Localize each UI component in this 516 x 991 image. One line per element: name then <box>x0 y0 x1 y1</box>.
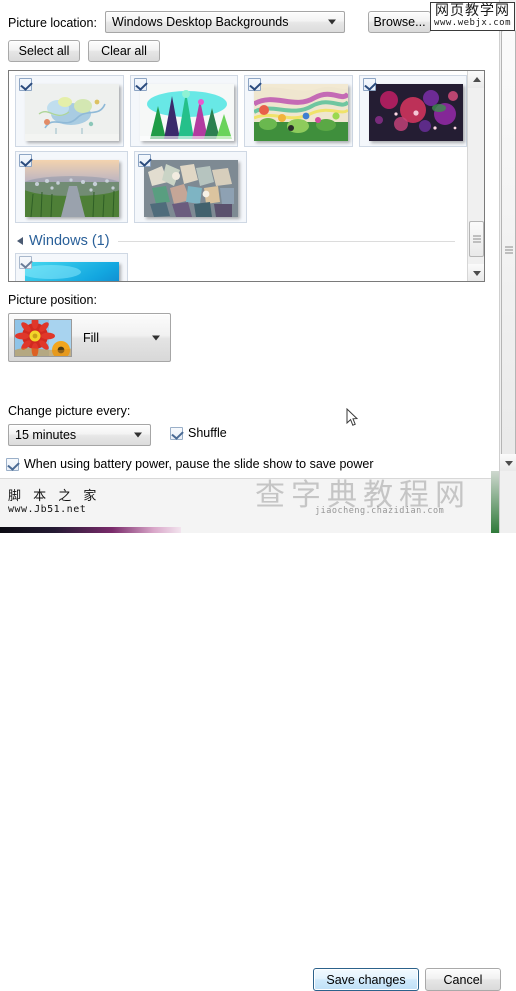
battery-pause-checkbox-row[interactable]: When using battery power, pause the slid… <box>6 457 374 471</box>
picture-position-combobox[interactable]: Fill <box>8 313 171 362</box>
wallpaper-row <box>9 249 467 281</box>
wallpaper-item-neon-forest[interactable] <box>129 75 238 147</box>
wallpaper-item-dandelion-path[interactable] <box>15 151 128 223</box>
select-all-button[interactable]: Select all <box>8 40 80 62</box>
collapse-triangle-icon[interactable] <box>17 237 23 245</box>
picture-location-row: Picture location: <box>8 12 97 34</box>
mouse-cursor-icon <box>346 407 359 427</box>
wallpaper-item-pastel-collage[interactable] <box>134 151 247 223</box>
shuffle-checkbox-row[interactable]: Shuffle <box>170 426 227 440</box>
save-changes-button[interactable]: Save changes <box>313 968 419 991</box>
wallpaper-item-windows-blue-aurora[interactable] <box>15 253 128 281</box>
scroll-grip-icon <box>472 235 481 243</box>
wallpaper-thumbnail <box>25 160 119 217</box>
picture-position-preview <box>14 319 72 357</box>
wallpaper-item-candy-landscape[interactable] <box>244 75 353 147</box>
wallpaper-thumbnail <box>139 84 234 141</box>
wallpaper-group-label: Windows (1) <box>29 233 110 249</box>
battery-pause-checkbox[interactable] <box>6 457 19 471</box>
wallpaper-checkbox[interactable] <box>19 256 32 269</box>
wallpaper-list-scroll-thumb[interactable] <box>469 221 484 257</box>
wallpaper-list[interactable]: Windows (1) <box>8 70 485 282</box>
wallpaper-item-dark-bubbles[interactable] <box>358 75 467 147</box>
wallpaper-group-header-windows[interactable]: Windows (1) <box>17 233 467 249</box>
picture-location-value: Windows Desktop Backgrounds <box>112 15 289 29</box>
wallpaper-thumbnail <box>368 84 463 141</box>
scroll-down-arrow-icon[interactable] <box>468 264 484 281</box>
picture-location-label: Picture location: <box>8 16 97 30</box>
wallpaper-checkbox[interactable] <box>19 78 32 91</box>
clear-all-button[interactable]: Clear all <box>88 40 160 62</box>
wallpaper-item-abstract-splatter[interactable] <box>15 75 124 147</box>
change-interval-combobox[interactable]: 15 minutes <box>8 424 151 446</box>
wallpaper-thumbnail <box>25 262 119 281</box>
cancel-button[interactable]: Cancel <box>425 968 501 991</box>
browse-button[interactable]: Browse... <box>368 11 431 33</box>
wallpaper-thumbnail <box>254 84 348 141</box>
wallpaper-checkbox[interactable] <box>138 154 151 167</box>
scroll-grip-icon <box>504 246 513 254</box>
page-scroll-thumb[interactable] <box>501 30 516 470</box>
group-divider <box>117 240 455 242</box>
page-scrollbar[interactable] <box>499 0 516 533</box>
wallpaper-checkbox[interactable] <box>362 78 376 91</box>
wallpaper-checkbox[interactable] <box>19 154 32 167</box>
page-scroll-down-arrow-icon[interactable] <box>500 454 516 471</box>
wallpaper-row <box>9 147 467 223</box>
change-interval-label: Change picture every: <box>8 404 131 418</box>
change-interval-value: 15 minutes <box>15 428 77 442</box>
wallpaper-checkbox[interactable] <box>248 78 261 91</box>
wallpaper-checkbox[interactable] <box>133 78 147 91</box>
dialog-footer: Save changes Cancel <box>0 479 502 991</box>
picture-position-label: Picture position: <box>8 293 97 307</box>
chevron-down-icon <box>134 432 142 438</box>
wallpaper-row <box>9 71 467 147</box>
wallpaper-thumbnail <box>25 84 119 141</box>
chevron-down-icon <box>152 335 160 340</box>
desktop-background-dialog: Picture location: Windows Desktop Backgr… <box>0 0 502 991</box>
picture-position-value: Fill <box>83 330 99 345</box>
scroll-up-arrow-icon[interactable] <box>468 71 484 88</box>
picture-location-combobox[interactable]: Windows Desktop Backgrounds <box>105 11 345 33</box>
wallpaper-list-canvas: Windows (1) <box>9 71 467 281</box>
shuffle-label: Shuffle <box>188 426 227 440</box>
wallpaper-thumbnail <box>144 160 238 217</box>
wallpaper-list-scrollbar[interactable] <box>467 71 484 281</box>
shuffle-checkbox[interactable] <box>170 426 183 440</box>
chevron-down-icon <box>328 19 336 25</box>
battery-pause-label: When using battery power, pause the slid… <box>24 457 374 471</box>
